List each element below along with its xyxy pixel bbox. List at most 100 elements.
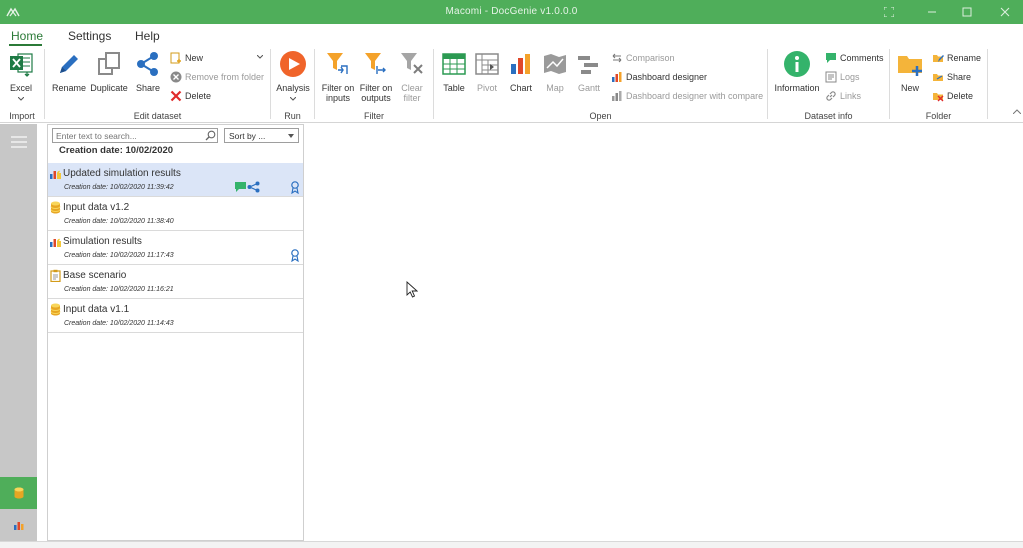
new-dataset-button[interactable]: New bbox=[170, 50, 203, 66]
information-button[interactable]: Information bbox=[772, 50, 822, 93]
new-document-icon bbox=[170, 52, 181, 64]
map-button[interactable]: Map bbox=[540, 50, 570, 93]
links-button[interactable]: Links bbox=[825, 88, 861, 104]
item-name: Updated simulation results bbox=[63, 168, 181, 179]
pencil-icon bbox=[60, 55, 78, 73]
analysis-button[interactable]: Analysis bbox=[274, 50, 312, 103]
pivot-icon bbox=[475, 53, 499, 75]
group-import: Excel Import bbox=[0, 46, 44, 123]
tab-help[interactable]: Help bbox=[135, 29, 160, 43]
new-dataset-label: New bbox=[185, 53, 204, 63]
item-date: Creation date: 10/02/2020 11:16:21 bbox=[64, 286, 174, 293]
delete-folder-button[interactable]: Delete bbox=[932, 88, 973, 104]
sidebar-item-dashboards[interactable] bbox=[0, 509, 37, 541]
rename-folder-label: Rename bbox=[947, 53, 982, 63]
divider bbox=[987, 49, 988, 119]
badge-icon bbox=[291, 181, 299, 194]
info-icon bbox=[784, 51, 810, 77]
minimize-button[interactable] bbox=[922, 2, 942, 22]
collapse-ribbon-icon[interactable] bbox=[1013, 109, 1021, 114]
filter-outputs-label-line2: outputs bbox=[361, 93, 391, 103]
share-folder-button[interactable]: Share bbox=[932, 69, 971, 85]
comment-icon bbox=[235, 182, 246, 192]
dashboard-designer-compare-button[interactable]: Dashboard designer with compare bbox=[611, 88, 763, 104]
group-label-filter: Filter bbox=[364, 111, 384, 121]
table-button[interactable]: Table bbox=[438, 50, 470, 93]
group-label-dataset-info: Dataset info bbox=[804, 111, 853, 121]
logs-button[interactable]: Logs bbox=[825, 69, 860, 85]
filter-on-inputs-button[interactable]: Filter on inputs bbox=[319, 50, 357, 103]
new-folder-button[interactable]: New bbox=[896, 50, 924, 93]
dashboard-designer-button[interactable]: Dashboard designer bbox=[611, 69, 707, 85]
title-bar: Macomi - DocGenie v1.0.0.0 bbox=[0, 0, 1023, 24]
dashboard-icon bbox=[612, 72, 622, 82]
sidebar-item-datasets[interactable] bbox=[0, 477, 37, 509]
logs-label: Logs bbox=[840, 72, 860, 82]
table-label: Table bbox=[443, 83, 465, 93]
tab-settings[interactable]: Settings bbox=[68, 29, 111, 43]
sort-dropdown[interactable]: Sort by ... bbox=[224, 128, 299, 143]
item-name: Input data v1.2 bbox=[63, 202, 130, 213]
share-folder-icon bbox=[933, 74, 943, 81]
delete-dataset-button[interactable]: Delete bbox=[170, 88, 211, 104]
filter-on-outputs-button[interactable]: Filter on outputs bbox=[357, 50, 395, 103]
fullscreen-button[interactable] bbox=[879, 2, 899, 22]
search-icon[interactable] bbox=[205, 130, 216, 141]
rename-button[interactable]: Rename bbox=[51, 50, 87, 93]
item-name: Input data v1.1 bbox=[63, 304, 130, 315]
gantt-button[interactable]: Gantt bbox=[573, 50, 605, 93]
comments-button[interactable]: Comments bbox=[825, 50, 884, 66]
remove-from-folder-button[interactable]: Remove from folder bbox=[170, 69, 264, 85]
list-item[interactable]: Updated simulation results Creation date… bbox=[48, 163, 303, 197]
new-folder-icon bbox=[898, 56, 922, 76]
close-icon bbox=[1000, 7, 1010, 17]
group-header: Creation date: 10/02/2020 bbox=[59, 145, 174, 156]
share-folder-label: Share bbox=[947, 72, 972, 82]
clear-filter-label-line2: filter bbox=[403, 93, 421, 103]
menu-bar: Home Settings Help bbox=[0, 24, 1023, 46]
dataset-list-panel: Sort by ... Creation date: 10/02/2020 Up… bbox=[47, 124, 304, 541]
comparison-button[interactable]: Comparison bbox=[611, 50, 675, 66]
filter-inputs-label-line2: inputs bbox=[325, 93, 351, 103]
hamburger-menu-button[interactable] bbox=[0, 126, 37, 158]
maximize-button[interactable] bbox=[957, 2, 977, 22]
duplicate-button[interactable]: Duplicate bbox=[89, 50, 129, 93]
share-button[interactable]: Share bbox=[132, 50, 164, 93]
item-name: Simulation results bbox=[63, 236, 142, 247]
dashboard-designer-compare-label: Dashboard designer with compare bbox=[626, 91, 764, 101]
comparison-label: Comparison bbox=[626, 53, 675, 63]
sort-label: Sort by ... bbox=[229, 131, 266, 141]
maximize-icon bbox=[962, 7, 972, 17]
ribbon: Excel Import Rename Duplicate Share New … bbox=[0, 46, 1023, 123]
list-item[interactable]: Simulation results Creation date: 10/02/… bbox=[48, 231, 303, 265]
close-button[interactable] bbox=[995, 2, 1015, 22]
fullscreen-icon bbox=[884, 7, 894, 17]
comments-label: Comments bbox=[840, 53, 884, 63]
clear-filter-button[interactable]: Clear filter bbox=[395, 50, 429, 103]
new-folder-label: New bbox=[900, 83, 919, 93]
map-icon bbox=[544, 54, 566, 74]
excel-button[interactable]: Excel bbox=[5, 50, 37, 103]
group-label-import: Import bbox=[9, 111, 35, 121]
list-item[interactable]: Base scenario Creation date: 10/02/2020 … bbox=[48, 265, 303, 299]
list-item[interactable]: Input data v1.1 Creation date: 10/02/202… bbox=[48, 299, 303, 333]
item-name: Base scenario bbox=[63, 270, 127, 281]
hamburger-icon bbox=[10, 136, 27, 148]
filter-outputs-icon bbox=[365, 53, 386, 74]
chart-button[interactable]: Chart bbox=[505, 50, 537, 93]
link-icon bbox=[826, 91, 836, 101]
dashboard-compare-icon bbox=[612, 91, 622, 101]
logs-icon bbox=[825, 71, 837, 83]
rename-folder-button[interactable]: Rename bbox=[932, 50, 981, 66]
excel-label: Excel bbox=[9, 83, 32, 93]
results-icon bbox=[50, 238, 61, 247]
minimize-icon bbox=[928, 11, 936, 13]
list-item[interactable]: Input data v1.2 Creation date: 10/02/202… bbox=[48, 197, 303, 231]
pivot-button[interactable]: Pivot bbox=[471, 50, 503, 93]
group-edit-dataset: Rename Duplicate Share New Remove from f… bbox=[45, 46, 270, 123]
remove-icon bbox=[170, 71, 182, 83]
tab-home[interactable]: Home bbox=[11, 29, 43, 43]
clear-filter-icon bbox=[401, 53, 423, 74]
filter-outputs-label-line1: Filter on bbox=[359, 83, 393, 93]
search-input[interactable] bbox=[52, 128, 218, 143]
